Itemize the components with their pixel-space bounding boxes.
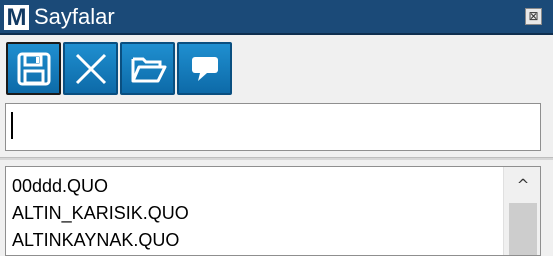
page-name-input[interactable]	[5, 103, 541, 151]
close-button[interactable]: ⊠	[525, 8, 542, 25]
scroll-thumb[interactable]	[509, 203, 537, 255]
comment-icon	[192, 57, 218, 81]
delete-button[interactable]	[63, 42, 118, 95]
scroll-up-arrow-icon[interactable]: ^	[504, 167, 540, 203]
comment-button[interactable]	[177, 42, 232, 95]
save-button[interactable]	[6, 42, 61, 95]
save-icon	[17, 52, 51, 86]
window-title: Sayfalar	[34, 4, 115, 29]
splitter[interactable]	[0, 157, 553, 160]
folder-open-icon	[131, 57, 167, 83]
list-item[interactable]: 00ddd.QUO	[12, 175, 108, 197]
toolbar	[0, 38, 553, 100]
text-cursor	[11, 112, 13, 139]
title-bar: M Sayfalar ⊠	[0, 0, 553, 35]
vertical-scrollbar[interactable]: ^	[503, 167, 540, 255]
pages-list[interactable]: 00ddd.QUO ALTIN_KARISIK.QUO ALTINKAYNAK.…	[5, 166, 541, 256]
app-logo-icon: M	[4, 5, 29, 30]
list-item[interactable]: ALTINKAYNAK.QUO	[12, 229, 179, 251]
delete-icon	[75, 53, 107, 85]
open-folder-button[interactable]	[120, 42, 175, 95]
list-item[interactable]: ALTIN_KARISIK.QUO	[12, 202, 189, 224]
